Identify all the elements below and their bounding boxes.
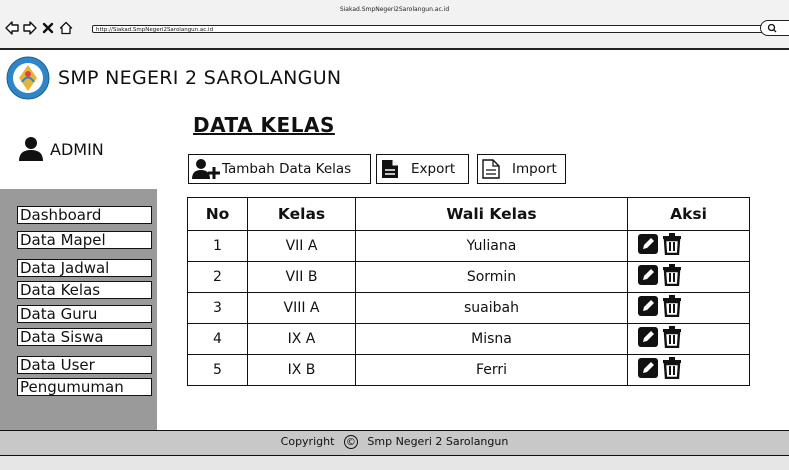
page-title: DATA KELAS — [193, 113, 335, 137]
cell-wali-kelas: Ferri — [355, 354, 628, 386]
edit-button[interactable] — [638, 265, 658, 289]
trash-icon — [663, 233, 682, 256]
delete-button[interactable] — [662, 233, 682, 259]
window-title: Siakad.SmpNegeri2Sarolangun.ac.id — [339, 6, 450, 13]
import-button[interactable]: Import — [477, 154, 566, 184]
edit-button[interactable] — [638, 296, 658, 320]
add-user-icon — [192, 159, 220, 179]
cell-kelas: IX B — [247, 354, 356, 386]
pencil-icon — [638, 327, 658, 347]
cell-no: 4 — [187, 323, 248, 355]
cell-wali-kelas: Yuliana — [355, 230, 628, 262]
sidebar-item-data-kelas[interactable]: Data Kelas — [17, 281, 152, 299]
sidebar-item-dashboard[interactable]: Dashboard — [17, 206, 152, 224]
delete-button[interactable] — [662, 264, 682, 290]
cell-aksi — [627, 323, 750, 355]
cell-kelas: VII A — [247, 230, 356, 262]
browser-chrome: Siakad.SmpNegeri2Sarolangun.ac.id http:/… — [0, 0, 789, 50]
header-no: No — [187, 197, 248, 231]
cell-kelas: VII B — [247, 261, 356, 293]
cell-no: 2 — [187, 261, 248, 293]
header-kelas: Kelas — [247, 197, 356, 231]
user-icon — [19, 137, 43, 161]
import-label: Import — [512, 161, 557, 177]
cell-no: 5 — [187, 354, 248, 386]
sidebar: Dashboard Data Mapel Data Jadwal Data Ke… — [0, 189, 157, 430]
pencil-icon — [638, 358, 658, 378]
trash-icon — [663, 264, 682, 287]
trash-icon — [663, 357, 682, 380]
user-name: ADMIN — [50, 139, 104, 159]
delete-button[interactable] — [662, 357, 682, 383]
pencil-icon — [638, 265, 658, 285]
cell-kelas: IX A — [247, 323, 356, 355]
copyright-label: Copyright — [280, 435, 335, 448]
document-icon — [482, 159, 500, 179]
document-icon — [382, 160, 398, 178]
school-name: SMP NEGERI 2 SAROLANGUN — [58, 67, 342, 89]
table-row: 2 VII B Sormin — [187, 261, 750, 293]
cell-aksi — [627, 354, 750, 386]
trash-icon — [663, 295, 682, 318]
cell-wali-kelas: suaibah — [355, 292, 628, 324]
forward-arrow-icon[interactable] — [23, 20, 37, 35]
cell-kelas: VIII A — [247, 292, 356, 324]
search-icon — [767, 23, 777, 33]
export-button[interactable]: Export — [376, 154, 469, 184]
browser-search[interactable] — [760, 20, 789, 36]
delete-button[interactable] — [662, 295, 682, 321]
address-bar[interactable]: http://Siakad.SmpNegeri2Sarolangun.ac.id — [92, 25, 780, 33]
table-row: 3 VIII A suaibah — [187, 292, 750, 324]
pencil-icon — [638, 234, 658, 254]
header-aksi: Aksi — [627, 197, 750, 231]
cell-no: 1 — [187, 230, 248, 262]
pencil-icon — [638, 296, 658, 316]
edit-button[interactable] — [638, 327, 658, 351]
header-wali-kelas: Wali Kelas — [355, 197, 628, 231]
brand: SMP NEGERI 2 SAROLANGUN — [6, 56, 341, 100]
sidebar-item-pengumuman[interactable]: Pengumuman — [17, 378, 152, 396]
user-info: ADMIN — [18, 136, 104, 162]
add-class-label: Tambah Data Kelas — [222, 161, 352, 177]
browser-nav — [5, 20, 73, 35]
table-header-row: No Kelas Wali Kelas Aksi — [187, 197, 750, 231]
cell-aksi — [627, 261, 750, 293]
footer-text: Smp Negeri 2 Sarolangun — [367, 435, 509, 448]
sidebar-item-data-siswa[interactable]: Data Siswa — [17, 328, 152, 346]
cell-wali-kelas: Misna — [355, 323, 628, 355]
footer: Copyright © Smp Negeri 2 Sarolangun — [0, 430, 789, 456]
edit-button[interactable] — [638, 358, 658, 382]
sidebar-item-data-user[interactable]: Data User — [17, 356, 152, 374]
copyright-icon: © — [343, 435, 358, 449]
cell-aksi — [627, 230, 750, 262]
delete-button[interactable] — [662, 326, 682, 352]
school-logo — [6, 56, 50, 100]
cell-aksi — [627, 292, 750, 324]
add-class-button[interactable]: Tambah Data Kelas — [188, 154, 371, 184]
sidebar-item-data-jadwal[interactable]: Data Jadwal — [17, 259, 152, 277]
back-arrow-icon[interactable] — [5, 20, 19, 35]
cell-wali-kelas: Sormin — [355, 261, 628, 293]
table-row: 5 IX B Ferri — [187, 354, 750, 386]
trash-icon — [663, 326, 682, 349]
edit-button[interactable] — [638, 234, 658, 258]
export-label: Export — [411, 161, 456, 177]
cell-no: 3 — [187, 292, 248, 324]
bottom-strip — [0, 456, 789, 470]
class-table: No Kelas Wali Kelas Aksi 1 VII A Yuliana — [187, 197, 750, 386]
sidebar-item-data-guru[interactable]: Data Guru — [17, 305, 152, 323]
table-row: 1 VII A Yuliana — [187, 230, 750, 262]
close-icon[interactable] — [41, 20, 55, 34]
home-icon[interactable] — [59, 20, 73, 35]
table-row: 4 IX A Misna — [187, 323, 750, 355]
sidebar-item-data-mapel[interactable]: Data Mapel — [17, 231, 152, 249]
